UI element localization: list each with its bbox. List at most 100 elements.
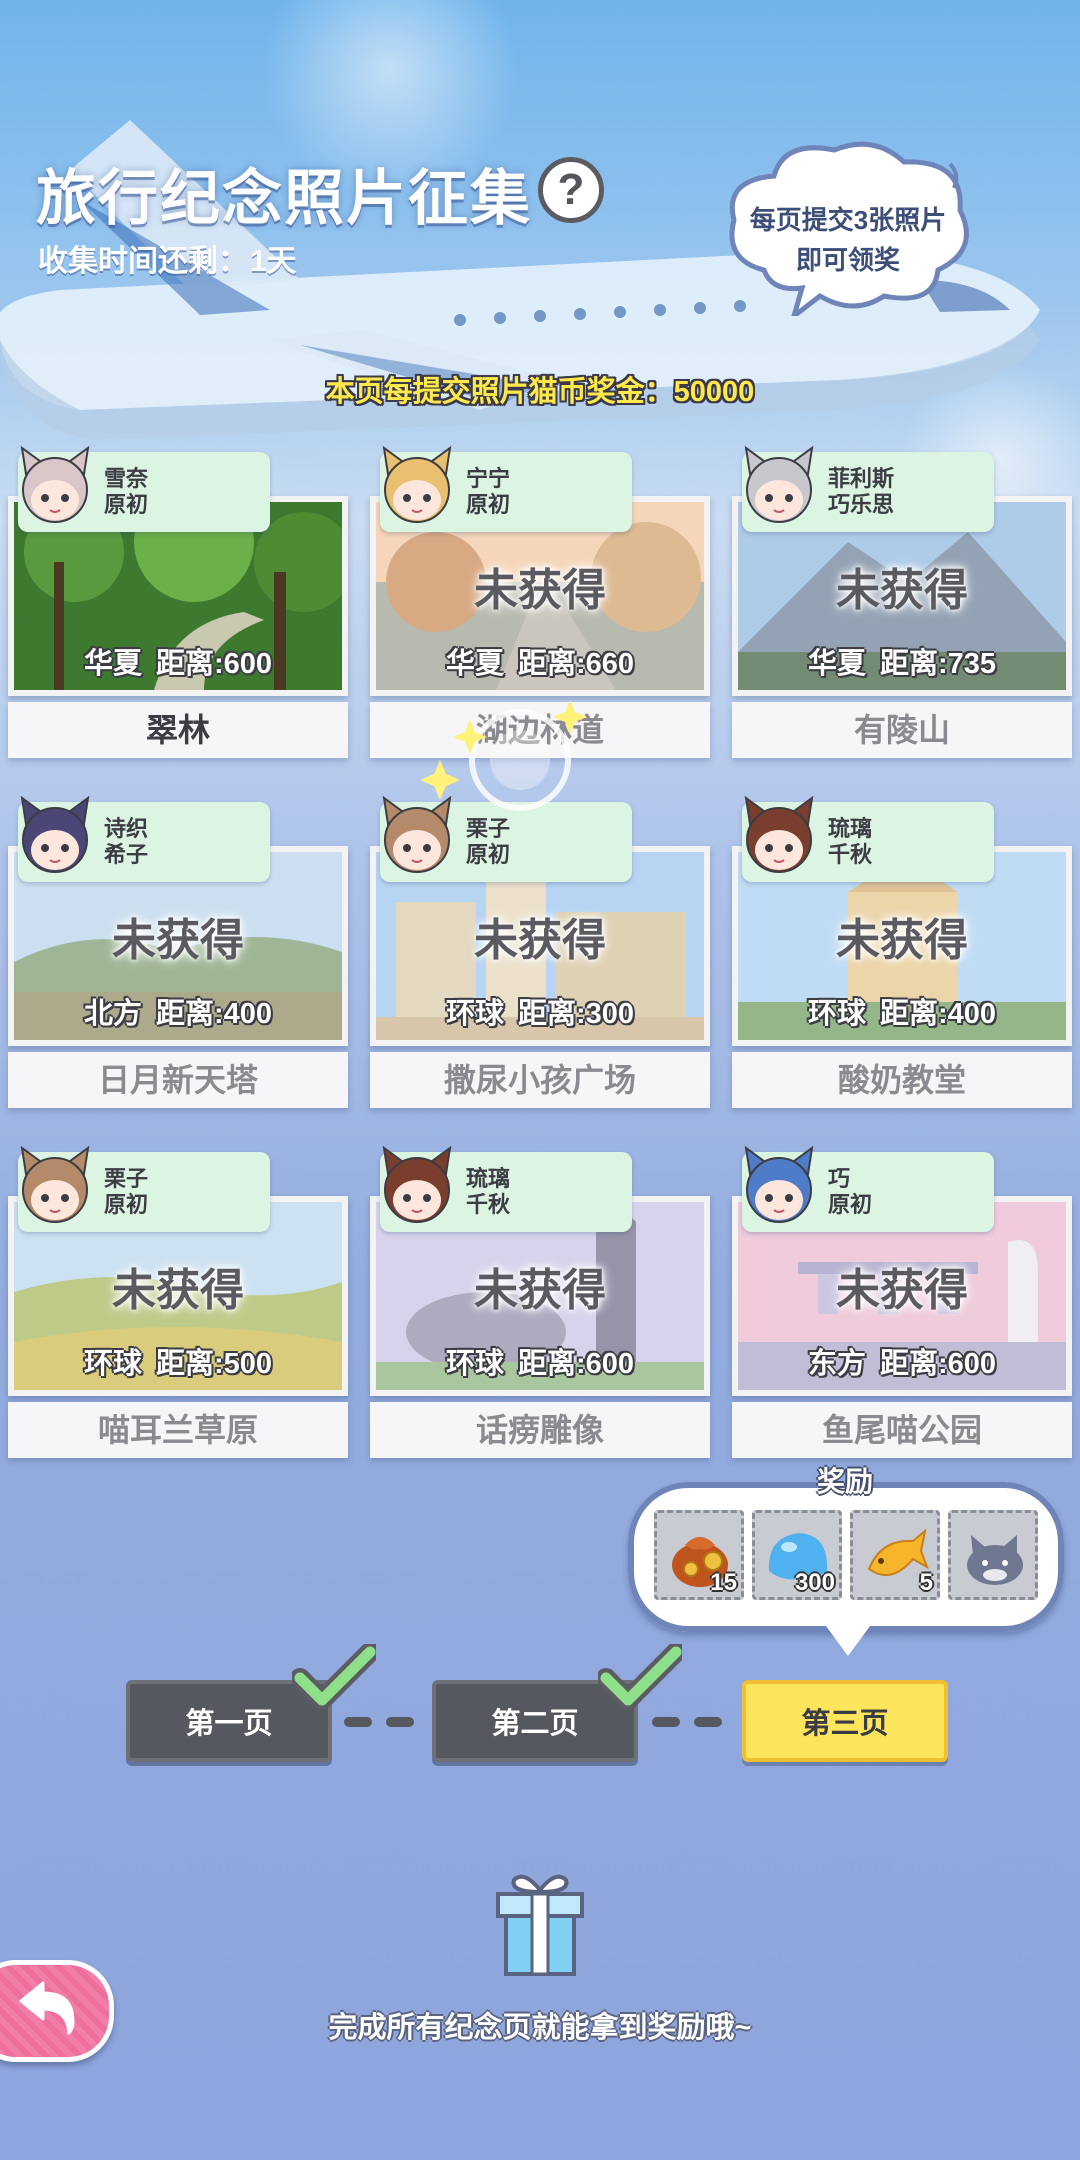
character-names: 菲利斯 巧乐思 (828, 466, 894, 518)
character-name-1: 宁宁 (466, 466, 511, 491)
region-label: 环球 (807, 998, 866, 1030)
not-obtained-label: 未获得 (112, 916, 244, 965)
page-title: 旅行纪念照片征集 (36, 165, 532, 232)
character-tag: 栗子 原初 (18, 1145, 270, 1232)
back-button[interactable] (0, 1960, 114, 2062)
region-label: 华夏 (807, 648, 866, 680)
reward-count: 300 (794, 1569, 835, 1596)
character-tag: 雪奈 原初 (18, 445, 270, 532)
character-name-2: 原初 (104, 1192, 149, 1217)
character-name-2: 千秋 (466, 1192, 511, 1217)
character-names: 琉璃 千秋 (828, 816, 872, 868)
time-remaining-label: 收集时间还剩： (38, 245, 248, 278)
character-tag: 琉璃 千秋 (742, 795, 994, 882)
character-avatar (20, 445, 90, 523)
region-label: 环球 (445, 998, 504, 1030)
character-tag: 巧原初 (742, 1145, 994, 1232)
region-label: 环球 (445, 1348, 504, 1380)
character-avatar (20, 1145, 90, 1223)
time-remaining-value: 1天 (250, 245, 297, 278)
character-names: 琉璃 千秋 (466, 1166, 510, 1218)
distance-label: 距离:600 (155, 648, 273, 680)
distance-info: 华夏 距离:735 (738, 640, 1066, 682)
character-name-1: 诗织 (104, 816, 149, 841)
cloud-hint: 每页提交3张照片 即可领奖 (724, 200, 972, 280)
place-name: 酸奶教堂 (732, 1052, 1072, 1108)
distance-info: 华夏 距离:660 (376, 640, 704, 682)
distance-info: 北方 距离:400 (14, 990, 342, 1032)
character-name-1: 琉璃 (466, 1166, 511, 1191)
character-name-1: 栗子 (104, 1166, 149, 1191)
question-mark-icon: ? (557, 165, 585, 214)
character-name-2: 原初 (466, 492, 511, 517)
region-label: 北方 (83, 998, 142, 1030)
character-names: 巧原初 (828, 1166, 872, 1218)
character-tag: 琉璃 千秋 (380, 1145, 632, 1232)
reward-panel-tail (826, 1626, 870, 1656)
photo-card[interactable]: 华夏 距离:600 雪奈 原初翠林 (8, 445, 348, 758)
not-obtained-label: 未获得 (474, 916, 606, 965)
character-name-2: 希子 (104, 842, 149, 867)
distance-info: 环球 距离:400 (738, 990, 1066, 1032)
gift-box-icon (496, 1874, 584, 1976)
place-name: 话痨雕像 (370, 1402, 710, 1458)
photo-card[interactable]: 未获得 东方 距离:600 巧原初 鱼尾喵公园 (732, 1145, 1072, 1458)
character-name-1: 雪奈 (104, 466, 149, 491)
place-name: 日月新天塔 (8, 1052, 348, 1108)
reward-item-blue-slime[interactable]: 300 (752, 1510, 842, 1600)
reward-count: 15 (710, 1569, 737, 1596)
character-names: 栗子 原初 (466, 816, 510, 868)
character-avatar (382, 1145, 452, 1223)
character-names: 宁宁 原初 (466, 466, 510, 518)
back-arrow-icon (19, 1981, 75, 2035)
photo-card[interactable]: 未获得 环球 距离:400 琉璃 千秋 酸奶教堂 (732, 795, 1072, 1108)
character-name-2: 原初 (104, 492, 149, 517)
distance-label: 距离:600 (517, 1348, 635, 1380)
place-name: 鱼尾喵公园 (732, 1402, 1072, 1458)
not-obtained-label: 未获得 (836, 566, 968, 615)
reward-item-cat-plush[interactable] (948, 1510, 1038, 1600)
place-name: 翠林 (8, 702, 348, 758)
region-label: 华夏 (445, 648, 504, 680)
character-avatar (20, 795, 90, 873)
page-connector (344, 1717, 414, 1727)
photo-card[interactable]: 未获得华夏 距离:735 菲利斯 巧乐思有陵山 (732, 445, 1072, 758)
character-name-2: 原初 (828, 1192, 873, 1217)
distance-info: 环球 距离:300 (376, 990, 704, 1032)
reward-item-coin-bag[interactable]: 15 (654, 1510, 744, 1600)
distance-label: 距离:400 (879, 998, 997, 1030)
photo-card[interactable]: 未获得环球 距离:300 栗子 原初撒尿小孩广场 (370, 795, 710, 1108)
photo-card[interactable]: 未获得 环球 距离:500 栗子 原初 喵耳兰草原 (8, 1145, 348, 1458)
character-name-2: 巧乐思 (828, 492, 895, 517)
grey-cat-plush-icon (967, 1535, 1023, 1585)
distance-label: 距离:500 (155, 1348, 273, 1380)
not-obtained-label: 未获得 (474, 1266, 606, 1315)
character-avatar (744, 445, 814, 523)
photo-card[interactable]: 未获得环球 距离:600 琉璃 千秋话痨雕像 (370, 1145, 710, 1458)
distance-label: 距离:660 (517, 648, 635, 680)
distance-info: 环球 距离:600 (376, 1340, 704, 1382)
check-icon (598, 1644, 682, 1710)
distance-label: 距离:735 (879, 648, 997, 680)
sparkle-decoration (420, 700, 587, 811)
page-connector (652, 1717, 722, 1727)
reward-item-golden-fish[interactable]: 5 (850, 1510, 940, 1600)
character-name-1: 巧 (828, 1166, 851, 1191)
character-avatar (744, 795, 814, 873)
place-name: 撒尿小孩广场 (370, 1052, 710, 1108)
character-names: 诗织 希子 (104, 816, 148, 868)
not-obtained-label: 未获得 (112, 1266, 244, 1315)
help-button[interactable]: ? (538, 157, 604, 223)
character-name-2: 千秋 (828, 842, 873, 867)
place-name: 有陵山 (732, 702, 1072, 758)
character-names: 栗子 原初 (104, 1166, 148, 1218)
page-button-3[interactable]: 第三页 (742, 1680, 948, 1762)
character-tag: 诗织 希子 (18, 795, 270, 882)
region-label: 东方 (807, 1348, 866, 1380)
region-label: 华夏 (83, 648, 142, 680)
bonus-banner: 本页每提交照片猫币奖金：50000 (325, 376, 755, 408)
character-tag: 菲利斯 巧乐思 (742, 445, 994, 532)
character-name-1: 琉璃 (828, 816, 873, 841)
distance-info: 环球 距离:500 (14, 1340, 342, 1382)
photo-card[interactable]: 未获得北方 距离:400 诗织 希子日月新天塔 (8, 795, 348, 1108)
